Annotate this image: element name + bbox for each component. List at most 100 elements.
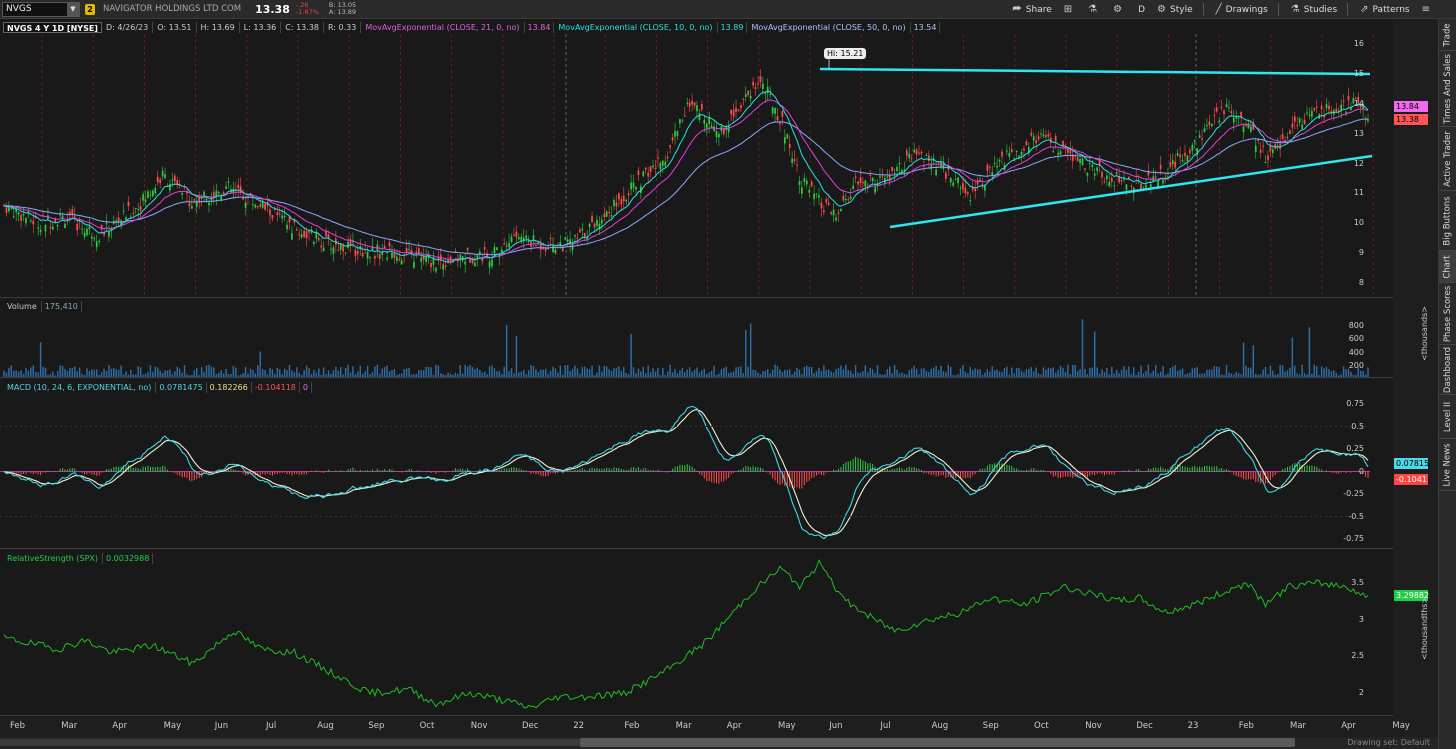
period-button[interactable]: D	[1138, 5, 1145, 15]
share-button[interactable]: ⮫ Share	[1012, 4, 1051, 15]
candle	[278, 206, 281, 218]
side-tab-big-buttons[interactable]: Big Buttons	[1439, 191, 1456, 251]
macd-histogram-bar	[513, 467, 515, 472]
volume-bar	[1313, 364, 1316, 377]
resistance-trendline[interactable]	[819, 67, 1371, 76]
macd-histogram-bar	[398, 471, 400, 473]
candle	[898, 156, 901, 174]
side-tab-level-ii[interactable]: Level II	[1439, 395, 1456, 439]
volume-bar	[1062, 367, 1064, 377]
style-button[interactable]: ⚙ Style	[1157, 4, 1193, 15]
axis-tick-label: 14	[1353, 98, 1364, 108]
relative-strength-line[interactable]	[3, 558, 1369, 709]
volume-chart[interactable]	[0, 299, 1393, 378]
drawing-set-label[interactable]: Drawing set: Default	[1347, 738, 1430, 747]
macd-histogram-bar	[1230, 471, 1232, 473]
volume-bar	[767, 369, 769, 377]
side-tab-active-trader[interactable]: Active Trader	[1439, 127, 1456, 191]
chart-scrollbar[interactable]: Drawing set: Default	[0, 737, 1456, 749]
link-group-badge[interactable]: 2	[85, 3, 95, 15]
side-tab-trade[interactable]: Trade	[1439, 19, 1456, 51]
macd-label[interactable]: MACD (10, 24, 6, EXPONENTIAL, no)	[3, 382, 157, 393]
candle	[674, 122, 676, 145]
ma10-line[interactable]	[3, 90, 1369, 263]
ma21-label[interactable]: MovAvgExponential (CLOSE, 21, 0, no)	[361, 22, 525, 33]
company-name: NAVIGATOR HOLDINGS LTD COM	[103, 4, 242, 14]
candle	[988, 164, 991, 174]
ma10-label[interactable]: MovAvgExponential (CLOSE, 10, 0, no)	[554, 22, 718, 33]
volume-bar	[191, 375, 193, 377]
candle	[198, 191, 201, 209]
macd-histogram-bar	[1162, 468, 1164, 472]
macd-histogram-bar	[723, 471, 725, 482]
scroll-track[interactable]	[0, 739, 580, 746]
volume-bar	[393, 369, 396, 377]
side-tab-dashboard[interactable]: Dashboard	[1439, 345, 1456, 395]
volume-bar	[603, 366, 605, 377]
side-tab-chart[interactable]: Chart	[1439, 251, 1456, 283]
flask-button[interactable]: ⚗	[1088, 4, 1101, 15]
menu-button[interactable]: ≡	[1422, 4, 1434, 15]
side-tab-times-and-sales[interactable]: Times And Sales	[1439, 51, 1456, 127]
price-pane[interactable]: NVGS 4 Y 1D [NYSE] D: 4/26/23 O: 13.51 H…	[0, 19, 1428, 298]
candle	[1232, 109, 1235, 132]
symbol-input[interactable]: NVGS ▼	[2, 1, 80, 17]
macd-histogram-bar	[742, 467, 744, 472]
time-axis-label: Sep	[982, 721, 999, 731]
volume-bar	[1174, 365, 1176, 377]
volume-bar	[601, 371, 603, 377]
macd-histogram-bar	[852, 458, 854, 472]
macd-pane[interactable]: MACD (10, 24, 6, EXPONENTIAL, no) 0.0781…	[0, 379, 1429, 549]
chevron-down-icon[interactable]: ▼	[67, 2, 79, 16]
volume-bar	[864, 365, 867, 377]
price-chart[interactable]	[0, 19, 1393, 298]
volume-pane[interactable]: Volume 175,410 800 600 400 200 <thousands>	[0, 299, 1429, 378]
ma50-label[interactable]: MovAvgExponential (CLOSE, 50, 0, no)	[747, 22, 911, 33]
macd-histogram-bar	[459, 468, 461, 472]
macd-histogram-bar	[735, 471, 737, 472]
relative-strength-pane[interactable]: RelativeStrength (SPX) 0.0032988 3.5 3 2.5…	[0, 550, 1429, 716]
macd-chart[interactable]	[0, 379, 1393, 549]
macd-histogram-bar	[52, 471, 54, 473]
grid-button[interactable]: ⊞	[1064, 4, 1076, 15]
axis-tick-label: 15	[1353, 68, 1364, 78]
macd-histogram-bar	[1255, 471, 1257, 483]
scroll-thumb[interactable]	[580, 738, 1295, 747]
candle	[659, 161, 662, 177]
macd-histogram-bar	[1123, 470, 1125, 472]
volume-bar	[1164, 374, 1167, 377]
ma21-line[interactable]	[3, 99, 1369, 261]
candle	[693, 101, 696, 110]
volume-bar	[893, 364, 896, 377]
candle	[159, 177, 162, 189]
support-trendline[interactable]	[889, 154, 1373, 229]
patterns-button[interactable]: ⇗ Patterns	[1360, 4, 1409, 15]
volume-bar	[376, 364, 379, 377]
candle	[1303, 112, 1306, 125]
date-readout: D: 4/26/23	[102, 22, 154, 33]
rs-label[interactable]: RelativeStrength (SPX)	[3, 553, 104, 564]
relative-strength-chart[interactable]	[0, 550, 1393, 716]
volume-bar	[1337, 375, 1340, 377]
candle	[78, 216, 81, 229]
macd-histogram-bar	[847, 461, 849, 472]
macd-histogram-bar	[828, 470, 830, 472]
volume-label[interactable]: Volume	[3, 301, 42, 312]
macd-histogram-bar	[437, 471, 439, 473]
volume-bar	[354, 374, 357, 377]
time-axis[interactable]: Feb Mar Apr May Jun Jul Aug Sep Oct Nov Dec 22 Feb Ma…	[0, 716, 1410, 736]
chart-title[interactable]: NVGS 4 Y 1D [NYSE]	[3, 22, 102, 33]
settings-button[interactable]: ⚙	[1113, 4, 1126, 15]
volume-bar	[459, 365, 462, 377]
side-tab-live-news[interactable]: Live News	[1439, 439, 1456, 491]
volume-bar	[1276, 373, 1279, 377]
volume-bar	[1030, 367, 1033, 377]
volume-bar	[1350, 371, 1352, 377]
volume-bar	[391, 370, 393, 377]
side-tab-phase-scores[interactable]: Phase Scores	[1439, 283, 1456, 345]
studies-button[interactable]: ⚗ Studies	[1291, 4, 1337, 15]
volume-bar	[1167, 373, 1169, 377]
volume-bar	[854, 364, 857, 377]
drawings-button[interactable]: ╱ Drawings	[1216, 4, 1268, 15]
macd-histogram-bar	[703, 471, 705, 479]
